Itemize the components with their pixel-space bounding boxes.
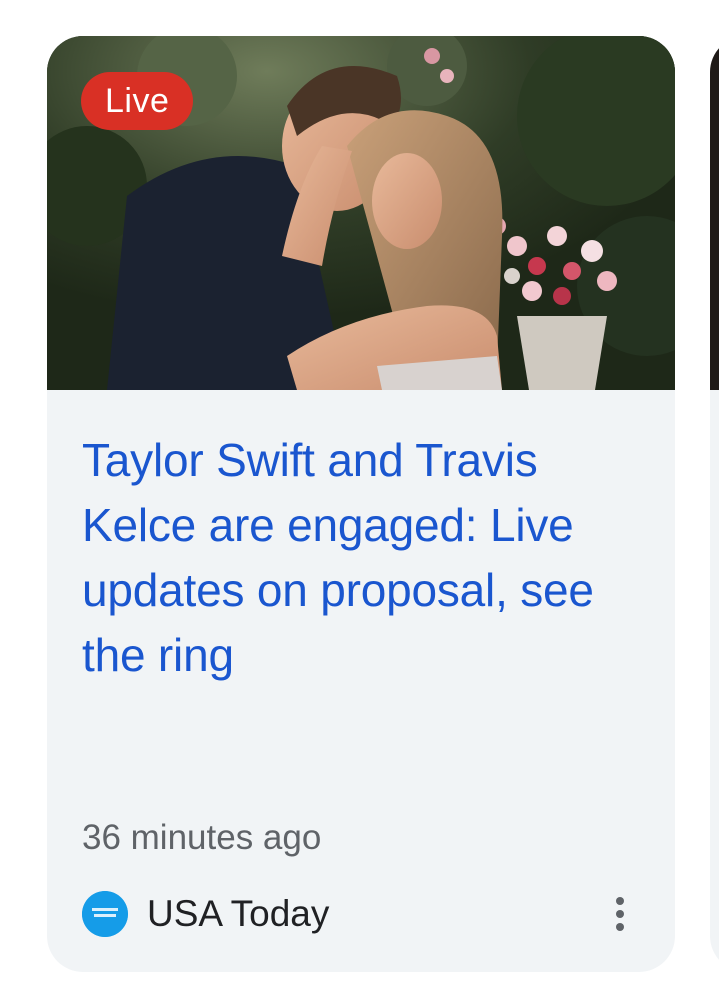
- more-vert-icon-dot: [616, 910, 624, 918]
- news-card[interactable]: Live Taylor Swift and Travis Kelce are e…: [47, 36, 675, 972]
- more-options-button[interactable]: [600, 886, 640, 942]
- next-news-card-peek[interactable]: [710, 36, 719, 972]
- live-badge: Live: [81, 72, 194, 130]
- source-row: USA Today: [82, 886, 642, 942]
- article-headline[interactable]: Taylor Swift and Travis Kelce are engage…: [82, 428, 642, 688]
- more-vert-icon-dot: [616, 923, 624, 931]
- article-timestamp: 36 minutes ago: [82, 818, 322, 857]
- news-feed: Live Taylor Swift and Travis Kelce are e…: [0, 0, 719, 1000]
- next-card-thumbnail: [710, 36, 719, 390]
- article-thumbnail[interactable]: Live: [47, 36, 675, 390]
- usa-today-logo-icon: [82, 891, 128, 937]
- source-name[interactable]: USA Today: [147, 891, 329, 937]
- more-vert-icon: [616, 897, 624, 905]
